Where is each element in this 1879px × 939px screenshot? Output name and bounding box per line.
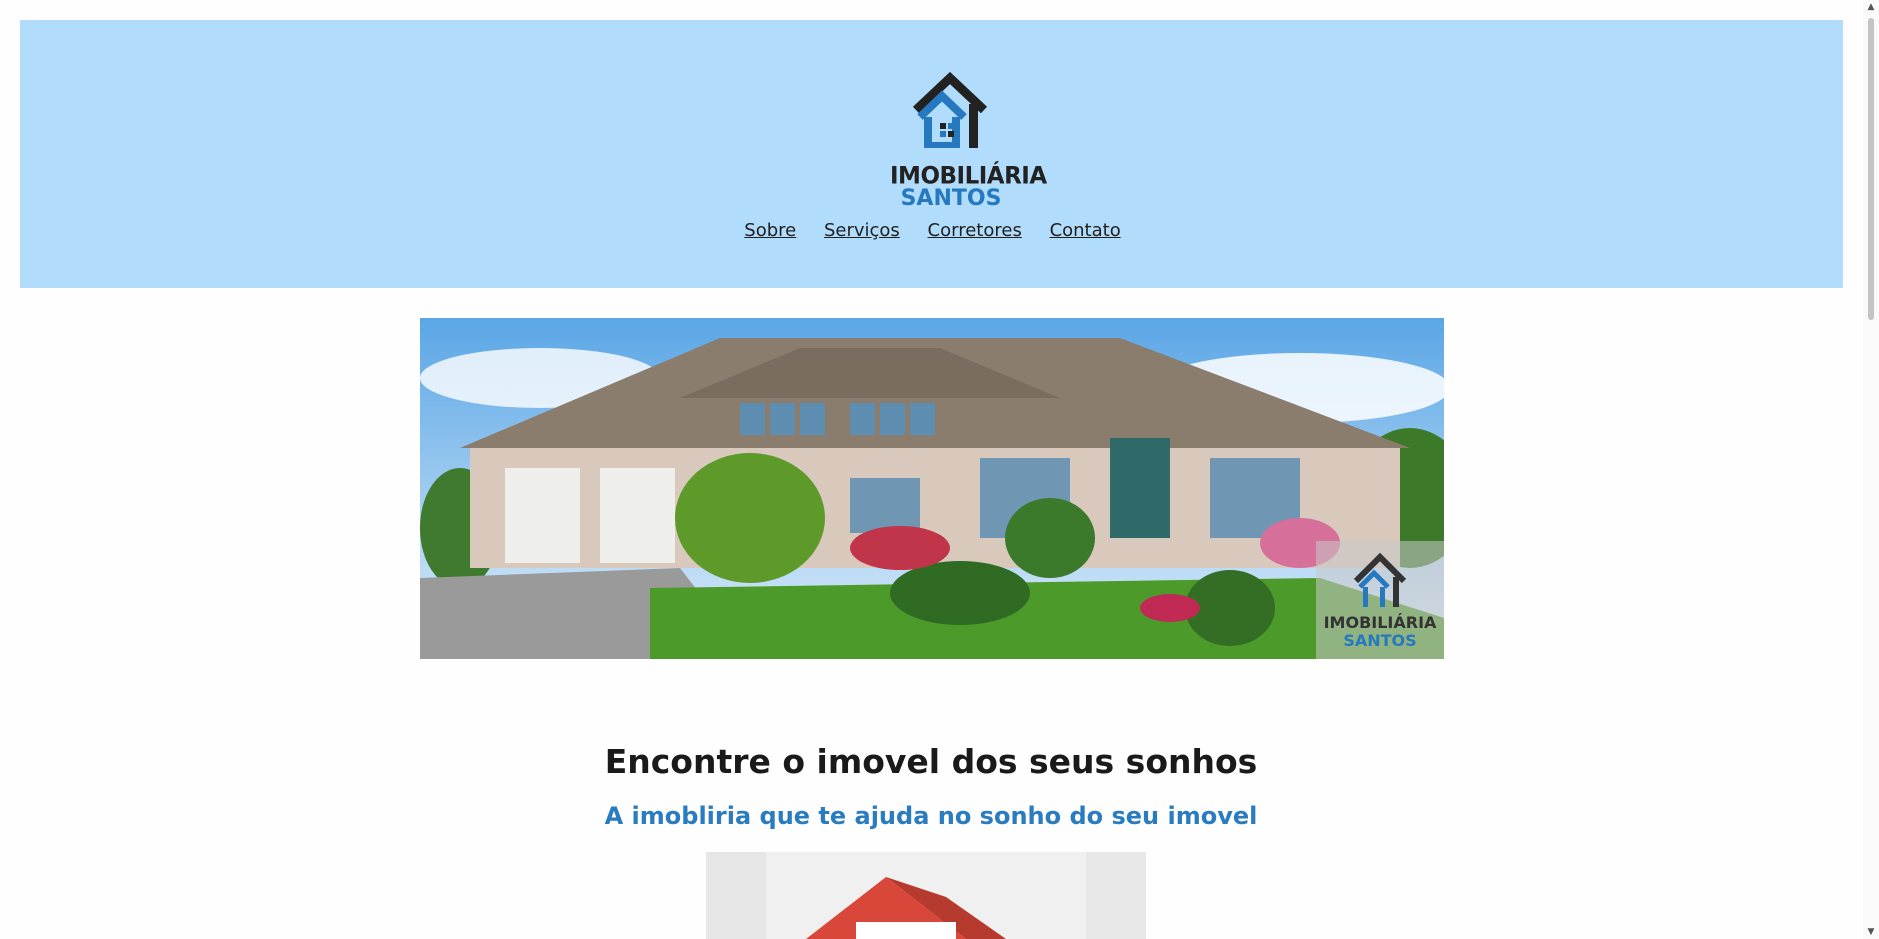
nav-link-servicos[interactable]: Serviços [822, 220, 900, 241]
house-photo [420, 318, 1444, 659]
watermark-house-icon [1353, 552, 1407, 607]
scrollbar-thumb[interactable] [1868, 18, 1874, 320]
house-logo-icon [912, 71, 988, 148]
logo-text-line2: SANTOS [900, 186, 1002, 211]
nav-link-sobre[interactable]: Sobre [742, 220, 796, 241]
vertical-scrollbar[interactable]: ▲ ▼ [1863, 0, 1879, 939]
nav-link-corretores[interactable]: Corretores [926, 220, 1022, 241]
hero-banner-image: IMOBILIÁRIA SANTOS [420, 318, 1444, 659]
nav-link-contato[interactable]: Contato [1048, 220, 1121, 241]
scroll-down-arrow-icon[interactable]: ▼ [1863, 925, 1879, 939]
page-headline: Encontre o imovel dos seus sonhos [604, 742, 1258, 781]
site-header: IMOBILIÁRIA SANTOS Sobre Serviços Corret… [20, 20, 1843, 288]
watermark-logo: IMOBILIÁRIA SANTOS [1316, 541, 1444, 659]
scroll-up-arrow-icon[interactable]: ▲ [1863, 0, 1879, 14]
house-model-image [706, 852, 1146, 939]
watermark-line1: IMOBILIÁRIA [1323, 613, 1437, 632]
brand-logo[interactable]: IMOBILIÁRIA SANTOS [890, 62, 1047, 211]
page-subheadline: A imobliria que te ajuda no sonho do seu… [604, 802, 1258, 830]
watermark-line2: SANTOS [1343, 631, 1417, 650]
logo-text-line1: IMOBILIÁRIA [890, 162, 1047, 190]
main-nav: Sobre Serviços Corretores Contato [20, 220, 1843, 241]
